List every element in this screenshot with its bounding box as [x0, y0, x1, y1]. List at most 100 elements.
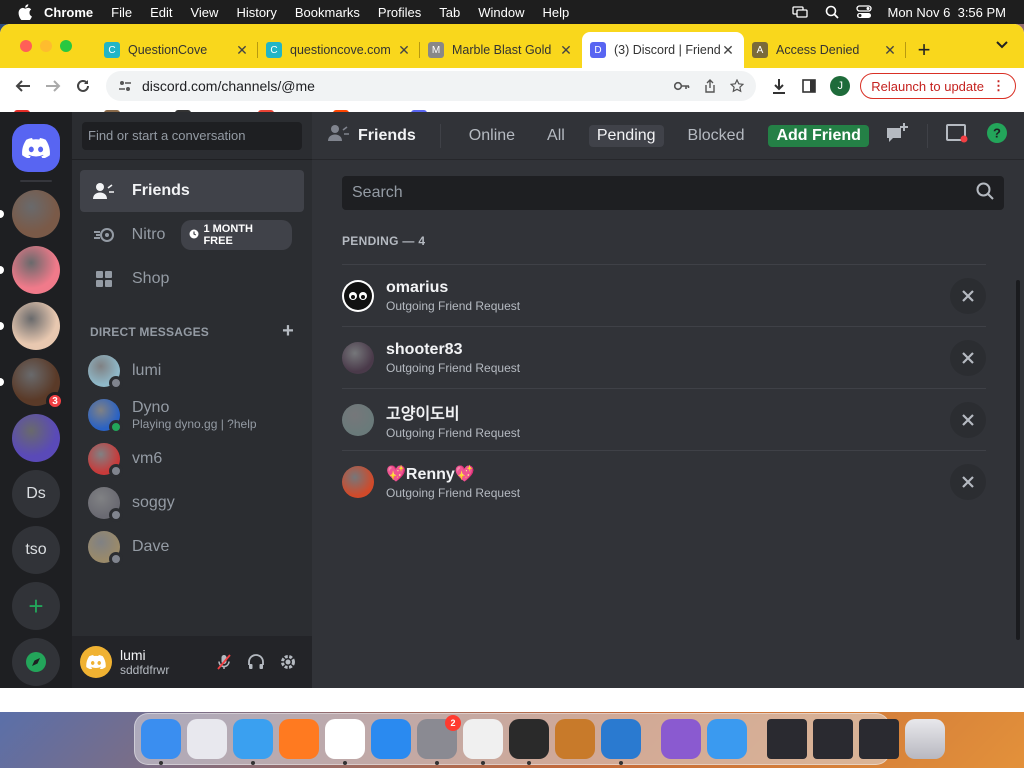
dock-app-system-settings[interactable]: 2 — [417, 715, 461, 765]
pending-request-row[interactable]: 💖Renny💖 Outgoing Friend Request — [342, 450, 986, 512]
dock-recent-window-1[interactable] — [767, 719, 807, 759]
explore-servers-compass-icon[interactable] — [12, 638, 60, 686]
menu-history[interactable]: History — [236, 5, 276, 20]
tab-close-icon[interactable]: ✕ — [558, 42, 574, 59]
dock-app-firefox[interactable] — [279, 719, 319, 759]
user-settings-gear-icon[interactable] — [272, 646, 304, 678]
server-icon[interactable] — [12, 414, 60, 462]
server-icon[interactable] — [0, 190, 60, 238]
dock-app-vs-code[interactable] — [601, 719, 641, 765]
dock-app-safari[interactable] — [233, 719, 273, 765]
dock-app-launchpad[interactable] — [187, 719, 227, 759]
dock-app-terminal[interactable] — [509, 719, 549, 765]
sidebar-item-shop[interactable]: Shop — [80, 258, 304, 300]
dock-app-weather[interactable] — [707, 719, 747, 759]
clock[interactable]: Mon Nov 6 3:56 PM — [888, 5, 1007, 20]
pending-request-row[interactable]: shooter83 Outgoing Friend Request — [342, 326, 986, 388]
dm-item-lumi[interactable]: lumi — [80, 349, 304, 393]
tab-all[interactable]: All — [539, 125, 573, 147]
headphones-icon[interactable] — [240, 646, 272, 678]
server-icon[interactable]: tso — [12, 526, 60, 574]
dock-app-app-store[interactable] — [371, 719, 411, 759]
tab-close-icon[interactable]: ✕ — [720, 42, 736, 59]
menu-edit[interactable]: Edit — [150, 5, 172, 20]
tab-search-chevron-icon[interactable] — [996, 38, 1008, 52]
new-group-dm-icon[interactable] — [885, 122, 909, 149]
address-bar[interactable]: discord.com/channels/@me — [106, 71, 757, 101]
zoom-window-button[interactable] — [60, 40, 72, 52]
tab-close-icon[interactable]: ✕ — [234, 42, 250, 59]
forward-button[interactable] — [38, 71, 68, 101]
dm-item-soggy[interactable]: soggy — [80, 481, 304, 525]
nitro-promo-badge[interactable]: 1 MONTH FREE — [181, 220, 292, 250]
menu-window[interactable]: Window — [478, 5, 524, 20]
minimize-window-button[interactable] — [40, 40, 52, 52]
server-icon[interactable] — [0, 246, 60, 294]
dock-app-visual-studio[interactable] — [661, 719, 701, 759]
dock-app-textedit[interactable] — [463, 719, 503, 765]
browser-tab[interactable]: M Marble Blast Gold ✕ — [420, 32, 582, 68]
inbox-icon[interactable] — [946, 123, 968, 148]
server-icon[interactable] — [0, 302, 60, 350]
url-text[interactable]: discord.com/channels/@me — [142, 78, 660, 94]
dock-app-finder[interactable] — [141, 719, 181, 765]
scrollbar[interactable] — [1016, 280, 1020, 640]
key-icon[interactable] — [674, 81, 690, 91]
create-dm-button[interactable]: + — [282, 320, 294, 343]
sidebar-item-friends[interactable]: Friends — [80, 170, 304, 212]
downloads-icon[interactable] — [764, 71, 794, 101]
user-avatar[interactable] — [80, 646, 112, 678]
dock-recent-window-2[interactable] — [813, 719, 853, 759]
control-center-icon[interactable] — [855, 5, 872, 19]
close-window-button[interactable] — [20, 40, 32, 52]
menu-app-name[interactable]: Chrome — [44, 5, 93, 20]
user-info[interactable]: lumi sddfdfrwr — [120, 647, 208, 677]
help-icon[interactable]: ? — [986, 122, 1008, 149]
dock-trash-icon[interactable] — [905, 719, 945, 759]
tab-close-icon[interactable]: ✕ — [882, 42, 898, 59]
spotlight-search-icon[interactable] — [824, 5, 840, 19]
cancel-request-button[interactable] — [950, 401, 986, 438]
menu-view[interactable]: View — [190, 5, 218, 20]
menu-tab[interactable]: Tab — [439, 5, 460, 20]
tab-blocked[interactable]: Blocked — [680, 125, 753, 147]
menu-file[interactable]: File — [111, 5, 132, 20]
pending-request-row[interactable]: omarius Outgoing Friend Request — [342, 264, 986, 326]
server-icon[interactable]: 3 — [0, 358, 64, 410]
discord-home-button[interactable] — [12, 124, 60, 172]
menu-help[interactable]: Help — [543, 5, 570, 20]
find-conversation-input[interactable] — [82, 121, 302, 150]
dock-app-garageband[interactable] — [555, 719, 595, 759]
add-friend-button[interactable]: Add Friend — [768, 124, 869, 147]
mute-mic-icon[interactable] — [208, 646, 240, 678]
apple-icon[interactable] — [18, 4, 32, 20]
bookmark-star-icon[interactable] — [730, 79, 745, 93]
share-icon[interactable] — [704, 79, 716, 93]
cancel-request-button[interactable] — [950, 339, 986, 376]
profile-avatar[interactable]: J — [830, 76, 851, 96]
tab-online[interactable]: Online — [461, 125, 523, 147]
friends-search-input[interactable] — [352, 184, 976, 202]
menu-profiles[interactable]: Profiles — [378, 5, 421, 20]
sidebar-item-nitro[interactable]: Nitro 1 MONTH FREE — [80, 214, 304, 256]
tab-close-icon[interactable]: ✕ — [396, 42, 412, 59]
dm-item-vm6[interactable]: vm6 — [80, 437, 304, 481]
browser-tab[interactable]: A Access Denied ✕ — [744, 32, 906, 68]
new-tab-button[interactable]: + — [906, 32, 942, 68]
pending-request-row[interactable]: 고양이도비 Outgoing Friend Request — [342, 388, 986, 450]
browser-tab[interactable]: Cquestioncove.com ✕ — [258, 32, 420, 68]
reload-button[interactable] — [68, 71, 98, 101]
cancel-request-button[interactable] — [950, 463, 986, 500]
screen-mirroring-icon[interactable] — [791, 5, 808, 19]
menu-bookmarks[interactable]: Bookmarks — [295, 5, 360, 20]
tab-pending[interactable]: Pending — [588, 124, 664, 147]
site-info-icon[interactable] — [118, 79, 132, 93]
dm-item-dyno[interactable]: Dyno Playing dyno.gg | ?help — [80, 393, 304, 437]
dock-app-chrome[interactable] — [325, 719, 365, 765]
browser-tab[interactable]: C QuestionCove ✕ — [96, 32, 258, 68]
side-panel-icon[interactable] — [794, 71, 824, 101]
back-button[interactable] — [8, 71, 38, 101]
dock-recent-window-3[interactable] — [859, 719, 899, 759]
add-server-button[interactable]: + — [12, 582, 60, 630]
browser-tab[interactable]: D (3) Discord | Friends ✕ — [582, 32, 744, 68]
